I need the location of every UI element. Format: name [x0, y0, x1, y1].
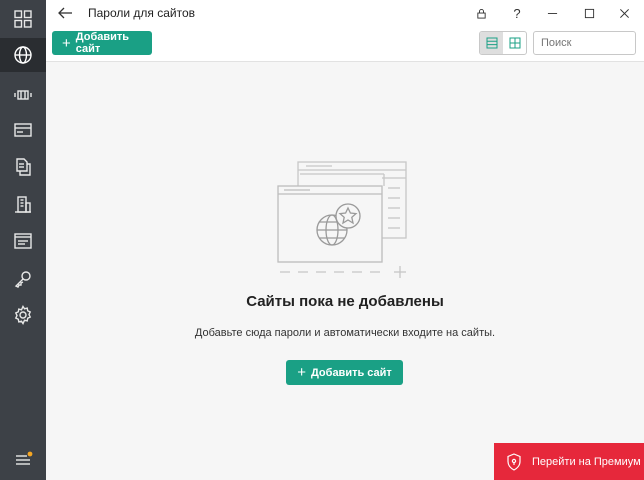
search-input[interactable] [533, 31, 636, 55]
empty-state-illustration [277, 161, 407, 278]
maximize-icon [584, 8, 594, 18]
lock-button[interactable] [471, 3, 491, 23]
key-icon [14, 271, 31, 288]
back-arrow-icon[interactable] [56, 4, 74, 22]
minimize-button[interactable] [542, 3, 562, 23]
documents-icon [16, 158, 31, 176]
lock-icon [476, 8, 486, 19]
add-site-button[interactable]: + Добавить сайт [52, 31, 152, 55]
building-icon [15, 196, 31, 213]
add-site-button-label: Добавить сайт [75, 31, 130, 55]
sidebar-item-dashboard[interactable] [0, 2, 46, 36]
sidebar-item-keys[interactable] [0, 262, 46, 296]
grid-view-button[interactable] [503, 32, 526, 54]
sidebar-item-card-reader[interactable] [0, 78, 46, 112]
add-site-primary-button[interactable]: + Добавить сайт [286, 360, 403, 385]
sidebar-menu-button[interactable] [0, 443, 46, 477]
help-button[interactable]: ? [507, 3, 527, 23]
empty-state-description: Добавьте сюда пароли и автоматически вхо… [194, 327, 496, 339]
note-icon [14, 233, 32, 249]
premium-upgrade-button[interactable]: Перейти на Премиум [494, 443, 644, 480]
grid-view-icon [509, 37, 520, 49]
sidebar-item-notes[interactable] [0, 224, 46, 258]
plus-icon: + [62, 34, 71, 52]
sidebar-item-bank-cards[interactable] [0, 113, 46, 147]
sidebar-item-settings[interactable] [0, 298, 46, 332]
sidebar-item-websites[interactable] [0, 38, 46, 72]
add-site-primary-label: Добавить сайт [310, 366, 392, 379]
list-view-icon [486, 37, 497, 49]
view-mode-toggle [479, 31, 527, 55]
list-view-button[interactable] [480, 32, 503, 54]
window-title: Пароли для сайтов [88, 6, 196, 20]
minimize-icon [547, 12, 557, 14]
sidebar-item-addresses[interactable] [0, 187, 46, 221]
premium-label: Перейти на Премиум [532, 455, 641, 468]
close-icon [619, 8, 629, 18]
plus-icon: + [297, 364, 306, 381]
globe-icon [14, 46, 32, 64]
settings-icon [14, 305, 32, 325]
card-reader-icon [14, 90, 32, 100]
close-button[interactable] [614, 3, 634, 23]
sidebar-item-documents[interactable] [0, 150, 46, 184]
notification-dot [27, 451, 33, 457]
empty-state-title: Сайты пока не добавлены [246, 293, 444, 310]
toolbar: + Добавить сайт [46, 26, 644, 62]
sidebar [0, 0, 46, 480]
dashboard-icon [14, 10, 32, 28]
shield-lock-icon [507, 452, 521, 471]
menu-icon [16, 451, 33, 465]
maximize-button[interactable] [579, 3, 599, 23]
title-bar: Пароли для сайтов ? [46, 0, 644, 26]
bank-card-icon [14, 123, 32, 137]
